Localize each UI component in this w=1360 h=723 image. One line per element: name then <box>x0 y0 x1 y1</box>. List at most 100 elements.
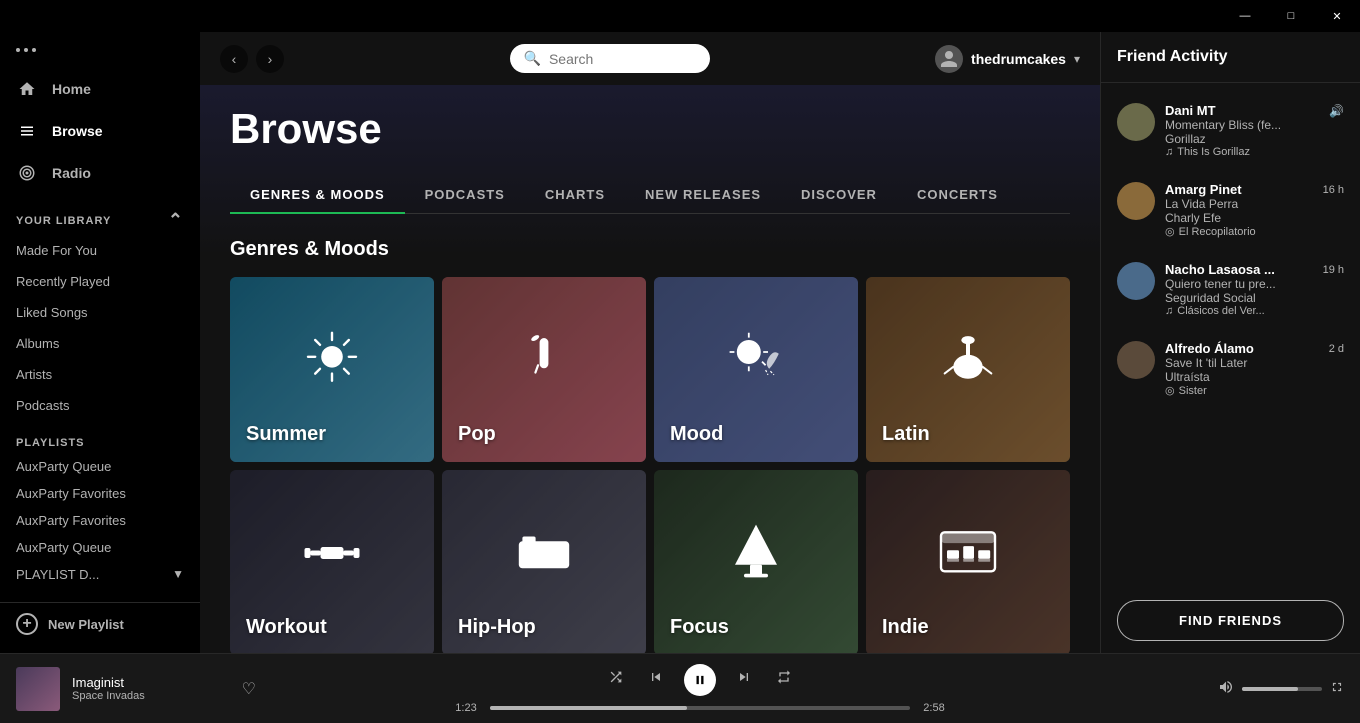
friend-playlist-nacho: ♫ Clásicos del Ver... <box>1165 305 1344 317</box>
menu-dots[interactable] <box>0 40 200 68</box>
workout-label: Workout <box>246 616 327 639</box>
maximize-button[interactable]: □ <box>1268 0 1314 32</box>
next-button[interactable] <box>732 665 756 694</box>
tab-new-releases[interactable]: NEW RELEASES <box>625 177 781 214</box>
genre-card-latin[interactable]: Latin <box>866 277 1070 462</box>
player-bar: Imaginist Space Invadas ♡ 1:23 <box>0 653 1360 723</box>
track-info: Imaginist Space Invadas <box>72 675 230 702</box>
friend-item-dani-mt[interactable]: Dani MT 🔊 Momentary Bliss (fe... Gorilla… <box>1101 91 1360 170</box>
user-menu[interactable]: thedrumcakes ▾ <box>935 45 1080 73</box>
sidebar-item-podcasts[interactable]: Podcasts <box>0 390 200 421</box>
like-button[interactable]: ♡ <box>242 679 256 699</box>
tab-podcasts[interactable]: PODCASTS <box>405 177 525 214</box>
tab-concerts[interactable]: CONCERTS <box>897 177 1018 214</box>
friend-item-nacho-lasaosa[interactable]: Nacho Lasaosa ... 19 h Quiero tener tu p… <box>1101 250 1360 329</box>
friend-info-nacho-lasaosa: Nacho Lasaosa ... 19 h Quiero tener tu p… <box>1165 262 1344 317</box>
forward-button[interactable]: › <box>256 45 284 73</box>
page-title: Browse <box>230 105 1070 153</box>
latin-icon <box>941 326 996 398</box>
genres-grid: Summer Pop <box>230 277 1070 653</box>
new-playlist-button[interactable]: + New Playlist <box>0 602 200 645</box>
friend-top-row: Dani MT 🔊 <box>1165 103 1344 118</box>
sidebar-item-browse[interactable]: Browse <box>0 110 200 152</box>
plus-circle-icon: + <box>16 613 38 635</box>
friend-avatar-amarg-pinet <box>1117 182 1155 220</box>
tab-discover[interactable]: DISCOVER <box>781 177 897 214</box>
hiphop-icon <box>514 522 574 589</box>
friend-item-alfredo-alamo[interactable]: Alfredo Álamo 2 d Save It 'til Later Ult… <box>1101 329 1360 409</box>
search-icon: 🔍 <box>524 50 541 67</box>
sidebar-item-liked-songs[interactable]: Liked Songs <box>0 297 200 328</box>
friend-avatar-alfredo-alamo <box>1117 341 1155 379</box>
friend-playlist-dani: ♫ This Is Gorillaz <box>1165 146 1344 158</box>
summer-icon <box>302 326 362 398</box>
genre-card-workout[interactable]: Workout <box>230 470 434 653</box>
sidebar-item-home[interactable]: Home <box>0 68 200 110</box>
playlist-item-auxparty-favorites-1[interactable]: AuxParty Favorites <box>0 480 200 507</box>
circle-icon: ◎ <box>1165 225 1175 238</box>
music-note-icon: ♫ <box>1165 305 1173 317</box>
genre-card-pop[interactable]: Pop <box>442 277 646 462</box>
tab-charts[interactable]: CHARTS <box>525 177 625 214</box>
hiphop-label: Hip-Hop <box>458 616 536 639</box>
volume-bar[interactable] <box>1242 687 1322 691</box>
friend-list: Dani MT 🔊 Momentary Bliss (fe... Gorilla… <box>1101 83 1360 588</box>
friend-item-amarg-pinet[interactable]: Amarg Pinet 16 h La Vida Perra Charly Ef… <box>1101 170 1360 250</box>
circle-icon: ◎ <box>1165 384 1175 397</box>
mood-icon <box>726 326 786 398</box>
sidebar-item-made-for-you[interactable]: Made For You <box>0 235 200 266</box>
search-bar[interactable]: 🔍 <box>510 44 710 73</box>
nav-arrows: ‹ › <box>220 45 284 73</box>
genre-card-indie[interactable]: Indie <box>866 470 1070 653</box>
playing-icon: 🔊 <box>1329 104 1344 118</box>
music-note-icon: ♫ <box>1165 146 1173 158</box>
focus-label: Focus <box>670 616 729 639</box>
username-label: thedrumcakes <box>971 51 1066 67</box>
radio-icon <box>16 162 38 184</box>
sidebar-item-radio[interactable]: Radio <box>0 152 200 194</box>
library-collapse[interactable]: ⌃ <box>168 210 184 231</box>
friend-info-dani-mt: Dani MT 🔊 Momentary Bliss (fe... Gorilla… <box>1165 103 1344 158</box>
player-controls: 1:23 2:58 <box>266 664 1134 714</box>
previous-button[interactable] <box>644 665 668 694</box>
friend-playlist-alfredo: ◎ Sister <box>1165 384 1344 397</box>
current-time: 1:23 <box>450 702 482 714</box>
minimize-button[interactable]: — <box>1222 0 1268 32</box>
volume-icon[interactable] <box>1218 679 1234 698</box>
playlist-item-auxparty-queue-2[interactable]: AuxParty Queue <box>0 534 200 561</box>
playlist-item-playlist-d[interactable]: PLAYLIST D... ▼ <box>0 561 200 588</box>
user-dropdown-arrow: ▾ <box>1074 52 1080 66</box>
sidebar-item-albums[interactable]: Albums <box>0 328 200 359</box>
main-content: ‹ › 🔍 thedrumcakes ▾ Browse GENRES & MOO… <box>200 32 1100 653</box>
browse-area: Browse GENRES & MOODS PODCASTS CHARTS NE… <box>200 85 1100 653</box>
search-input[interactable] <box>549 51 696 67</box>
close-button[interactable]: ✕ <box>1314 0 1360 32</box>
genre-card-mood[interactable]: Mood <box>654 277 858 462</box>
genre-card-hiphop[interactable]: Hip-Hop <box>442 470 646 653</box>
titlebar: — □ ✕ <box>0 0 1360 32</box>
playlists-header: PLAYLISTS <box>0 421 200 453</box>
pop-label: Pop <box>458 423 496 446</box>
repeat-button[interactable] <box>772 665 796 694</box>
sidebar-scrollable: Made For You Recently Played Liked Songs… <box>0 235 200 602</box>
mood-label: Mood <box>670 423 723 446</box>
summer-label: Summer <box>246 423 326 446</box>
genre-card-summer[interactable]: Summer <box>230 277 434 462</box>
browse-icon <box>16 120 38 142</box>
sidebar-item-recently-played[interactable]: Recently Played <box>0 266 200 297</box>
tab-genres-moods[interactable]: GENRES & MOODS <box>230 177 405 214</box>
progress-bar[interactable] <box>490 706 910 710</box>
play-pause-button[interactable] <box>684 664 716 696</box>
fullscreen-button[interactable] <box>1330 680 1344 697</box>
track-artist: Space Invadas <box>72 690 230 702</box>
shuffle-button[interactable] <box>604 665 628 694</box>
find-friends-button[interactable]: FIND FRIENDS <box>1117 600 1344 641</box>
playlist-item-auxparty-favorites-2[interactable]: AuxParty Favorites <box>0 507 200 534</box>
latin-label: Latin <box>882 423 930 446</box>
genre-card-focus[interactable]: Focus <box>654 470 858 653</box>
back-button[interactable]: ‹ <box>220 45 248 73</box>
friend-info-alfredo-alamo: Alfredo Álamo 2 d Save It 'til Later Ult… <box>1165 341 1344 397</box>
friend-avatar-nacho-lasaosa <box>1117 262 1155 300</box>
sidebar-item-artists[interactable]: Artists <box>0 359 200 390</box>
playlist-item-auxparty-queue-1[interactable]: AuxParty Queue <box>0 453 200 480</box>
